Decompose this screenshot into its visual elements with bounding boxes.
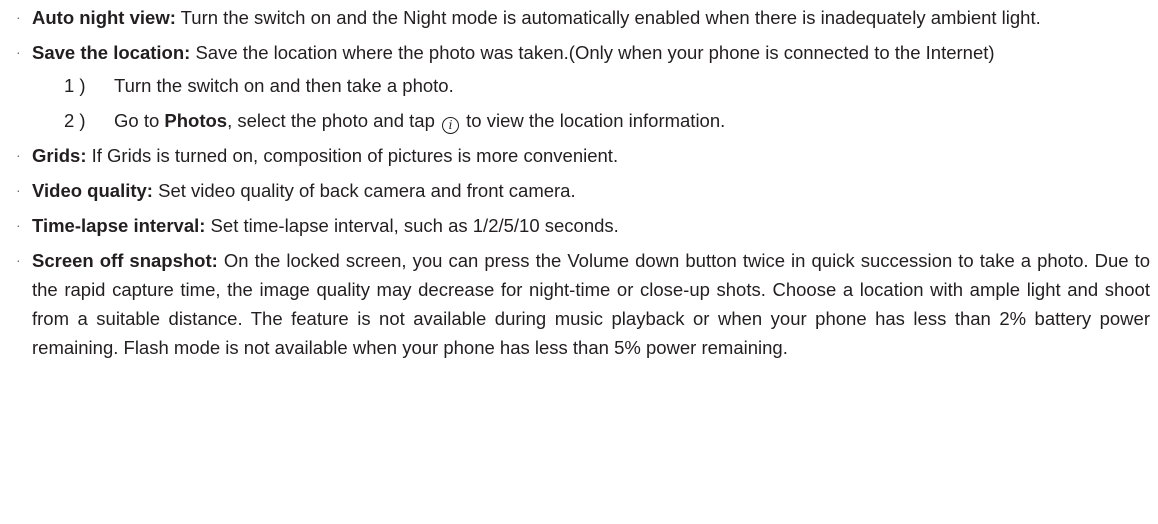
- item-description: Set video quality of back camera and fro…: [152, 180, 576, 201]
- bullet-dot: ·: [16, 182, 21, 198]
- step-text-mid: , select the photo and tap: [227, 110, 440, 131]
- bullet-item-screen-off-snapshot: · Screen off snapshot: On the locked scr…: [16, 246, 1150, 362]
- photos-app-name: Photos: [164, 110, 228, 131]
- bullet-dot: ·: [16, 44, 21, 60]
- bullet-item-grids: · Grids: If Grids is turned on, composit…: [16, 141, 1150, 170]
- bullet-item-time-lapse-interval: · Time-lapse interval: Set time-lapse in…: [16, 211, 1150, 240]
- item-term: Video quality:: [32, 180, 153, 201]
- step-text: Turn the switch on and then take a photo…: [114, 75, 454, 96]
- item-term: Save the location:: [32, 42, 191, 63]
- item-description: If Grids is turned on, composition of pi…: [86, 145, 619, 166]
- step-number: 2 ): [64, 110, 86, 131]
- save-location-steps: 1 ) Turn the switch on and then take a p…: [16, 71, 1150, 135]
- bullet-dot: ·: [16, 217, 21, 233]
- step-number: 1 ): [64, 75, 86, 96]
- step-text-post: to view the location information.: [461, 110, 726, 131]
- bullet-item-video-quality: · Video quality: Set video quality of ba…: [16, 176, 1150, 205]
- step-item: 1 ) Turn the switch on and then take a p…: [16, 71, 1150, 100]
- bullet-dot: ·: [16, 9, 21, 25]
- bullet-dot: ·: [16, 147, 21, 163]
- item-term: Time-lapse interval:: [32, 215, 206, 236]
- step-item: 2 ) Go to Photos, select the photo and t…: [16, 106, 1150, 135]
- item-term: Auto night view:: [32, 7, 176, 28]
- item-description: Save the location where the photo was ta…: [190, 42, 995, 63]
- manual-page: · Auto night view: Turn the switch on an…: [0, 0, 1158, 524]
- item-term: Screen off snapshot:: [32, 250, 218, 271]
- bullet-item-save-location: · Save the location: Save the location w…: [16, 38, 1150, 67]
- item-description: Turn the switch on and the Night mode is…: [175, 7, 1041, 28]
- bullet-dot: ·: [16, 252, 21, 268]
- item-term: Grids:: [32, 145, 87, 166]
- bullet-item-auto-night-view: · Auto night view: Turn the switch on an…: [16, 3, 1150, 32]
- item-description: Set time-lapse interval, such as 1/2/5/1…: [205, 215, 619, 236]
- info-icon: i: [442, 117, 459, 134]
- step-text-pre: Go to: [114, 110, 165, 131]
